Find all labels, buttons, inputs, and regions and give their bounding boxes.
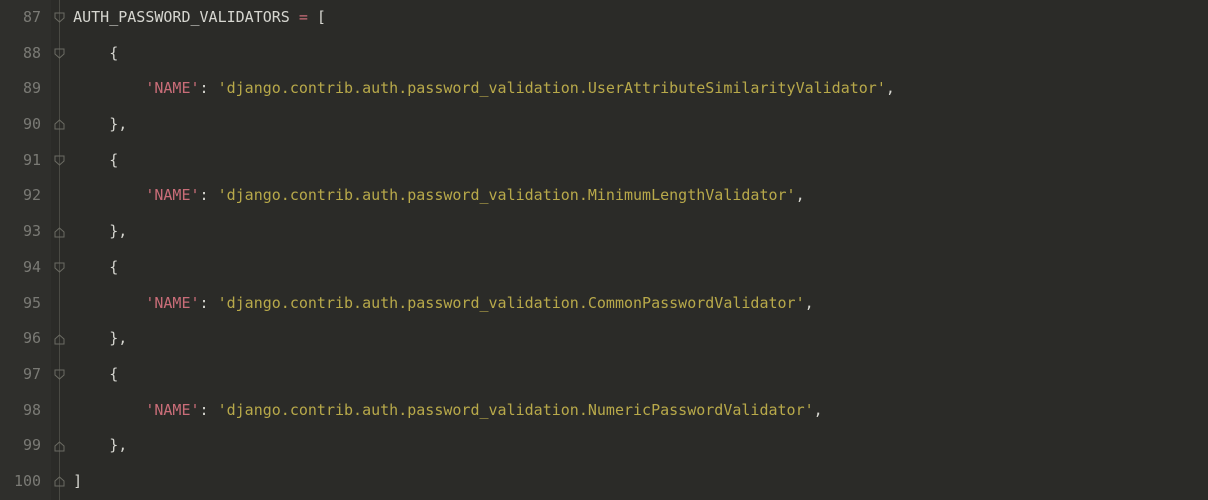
line-number: 97: [14, 357, 41, 393]
line-number: 88: [14, 36, 41, 72]
code-line[interactable]: AUTH_PASSWORD_VALIDATORS = [: [73, 0, 1208, 36]
dict-key: 'NAME': [145, 79, 199, 97]
fold-close-icon[interactable]: [53, 333, 66, 346]
fold-close-icon[interactable]: [53, 475, 66, 488]
code-line[interactable]: 'NAME': 'django.contrib.auth.password_va…: [73, 178, 1208, 214]
brace-close: },: [73, 436, 127, 454]
dict-key: 'NAME': [145, 186, 199, 204]
colon: :: [200, 401, 218, 419]
code-line[interactable]: 'NAME': 'django.contrib.auth.password_va…: [73, 393, 1208, 429]
code-line[interactable]: 'NAME': 'django.contrib.auth.password_va…: [73, 286, 1208, 322]
code-editor[interactable]: 87888990919293949596979899100 AUTH_PASSW…: [0, 0, 1208, 500]
dict-value: 'django.contrib.auth.password_validation…: [218, 186, 796, 204]
code-line[interactable]: {: [73, 143, 1208, 179]
line-number: 93: [14, 214, 41, 250]
line-number: 94: [14, 250, 41, 286]
fold-open-icon[interactable]: [53, 261, 66, 274]
line-number: 99: [14, 428, 41, 464]
fold-guide-line: [59, 0, 60, 500]
fold-open-icon[interactable]: [53, 47, 66, 60]
brace-open: {: [73, 258, 118, 276]
line-number: 98: [14, 393, 41, 429]
brace-open: {: [73, 44, 118, 62]
code-line[interactable]: {: [73, 36, 1208, 72]
line-number: 89: [14, 71, 41, 107]
comma: ,: [796, 186, 805, 204]
fold-close-icon[interactable]: [53, 118, 66, 131]
line-number: 92: [14, 178, 41, 214]
line-number: 91: [14, 143, 41, 179]
fold-open-icon[interactable]: [53, 368, 66, 381]
line-number-gutter: 87888990919293949596979899100: [0, 0, 51, 500]
code-line[interactable]: },: [73, 107, 1208, 143]
line-number: 100: [14, 464, 41, 500]
line-number: 96: [14, 321, 41, 357]
code-line[interactable]: 'NAME': 'django.contrib.auth.password_va…: [73, 71, 1208, 107]
fold-column: [51, 0, 69, 500]
colon: :: [200, 186, 218, 204]
brace-close: },: [73, 222, 127, 240]
fold-close-icon[interactable]: [53, 440, 66, 453]
code-line[interactable]: {: [73, 250, 1208, 286]
dict-key: 'NAME': [145, 401, 199, 419]
dict-key: 'NAME': [145, 294, 199, 312]
fold-close-icon[interactable]: [53, 226, 66, 239]
code-line[interactable]: },: [73, 214, 1208, 250]
brace-open: {: [73, 151, 118, 169]
dict-value: 'django.contrib.auth.password_validation…: [218, 294, 805, 312]
code-line[interactable]: ]: [73, 464, 1208, 500]
brace-close: },: [73, 329, 127, 347]
assign-op: =: [299, 8, 308, 26]
variable-name: AUTH_PASSWORD_VALIDATORS: [73, 8, 299, 26]
brace-open: {: [73, 365, 118, 383]
colon: :: [200, 79, 218, 97]
dict-value: 'django.contrib.auth.password_validation…: [218, 401, 814, 419]
code-area[interactable]: AUTH_PASSWORD_VALIDATORS = [ { 'NAME': '…: [69, 0, 1208, 500]
dict-value: 'django.contrib.auth.password_validation…: [218, 79, 886, 97]
code-line[interactable]: },: [73, 321, 1208, 357]
comma: ,: [814, 401, 823, 419]
code-line[interactable]: {: [73, 357, 1208, 393]
line-number: 90: [14, 107, 41, 143]
code-line[interactable]: },: [73, 428, 1208, 464]
colon: :: [200, 294, 218, 312]
line-number: 87: [14, 0, 41, 36]
bracket-close: ]: [73, 472, 82, 490]
fold-open-icon[interactable]: [53, 11, 66, 24]
line-number: 95: [14, 286, 41, 322]
fold-open-icon[interactable]: [53, 154, 66, 167]
brace-close: },: [73, 115, 127, 133]
bracket-open: [: [308, 8, 326, 26]
comma: ,: [805, 294, 814, 312]
comma: ,: [886, 79, 895, 97]
